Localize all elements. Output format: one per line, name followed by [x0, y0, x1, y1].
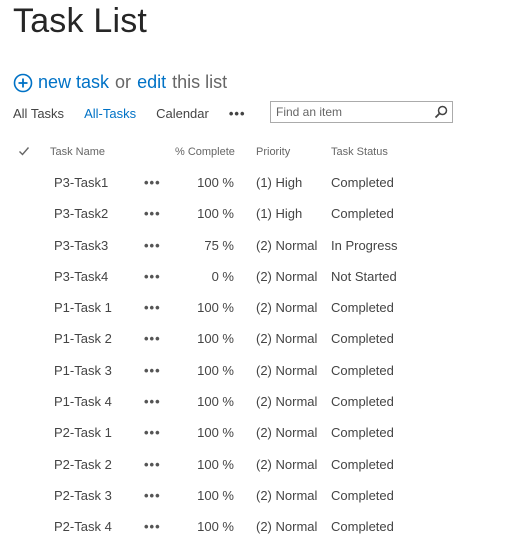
table-row[interactable]: P3-Task4 ••• 0 % (2) Normal Not Started [0, 262, 518, 293]
row-menu-ellipsis[interactable]: ••• [144, 457, 161, 472]
table-row[interactable]: P2-Task 1 ••• 100 % (2) Normal Completed [0, 418, 518, 449]
priority: (2) Normal [256, 456, 318, 472]
row-menu-ellipsis[interactable]: ••• [144, 175, 161, 190]
percent-complete: 100 % [197, 300, 234, 316]
task-status: Completed [331, 519, 394, 535]
task-table-body: P3-Task1 ••• 100 % (1) High Completed P3… [0, 168, 518, 544]
task-name-link[interactable]: P3-Task2 [54, 206, 108, 221]
table-row[interactable]: P1-Task 4 ••• 100 % (2) Normal Completed [0, 387, 518, 418]
percent-complete: 100 % [197, 362, 234, 378]
percent-complete: 100 % [197, 425, 234, 441]
view-all-tasks-current[interactable]: All-Tasks [84, 106, 136, 121]
percent-complete: 100 % [197, 331, 234, 347]
column-header-task-name[interactable]: Task Name [50, 146, 105, 158]
page-title: Task List [13, 2, 148, 40]
row-menu-ellipsis[interactable]: ••• [144, 425, 161, 440]
view-all-tasks[interactable]: All Tasks [13, 106, 64, 121]
column-header-priority[interactable]: Priority [256, 146, 290, 158]
task-name-link[interactable]: P1-Task 1 [54, 300, 112, 315]
table-row[interactable]: P2-Task 4 ••• 100 % (2) Normal Completed [0, 512, 518, 543]
row-menu-ellipsis[interactable]: ••• [144, 238, 161, 253]
task-name-link[interactable]: P1-Task 3 [54, 363, 112, 378]
column-header-percent-complete[interactable]: % Complete [175, 146, 235, 158]
percent-complete: 100 % [197, 456, 234, 472]
task-status: Completed [331, 331, 394, 347]
priority: (2) Normal [256, 268, 318, 284]
table-row[interactable]: P2-Task 2 ••• 100 % (2) Normal Completed [0, 450, 518, 481]
row-menu-ellipsis[interactable]: ••• [144, 331, 161, 346]
table-row[interactable]: P3-Task1 ••• 100 % (1) High Completed [0, 168, 518, 199]
task-name-link[interactable]: P1-Task 4 [54, 394, 112, 409]
row-menu-ellipsis[interactable]: ••• [144, 300, 161, 315]
view-selector: All Tasks All-Tasks Calendar ••• [13, 106, 246, 121]
priority: (1) High [256, 206, 303, 222]
table-row[interactable]: P3-Task3 ••• 75 % (2) Normal In Progress [0, 231, 518, 262]
task-status: Completed [331, 425, 394, 441]
view-calendar[interactable]: Calendar [156, 106, 209, 121]
search-box [270, 101, 453, 123]
task-status: Completed [331, 394, 394, 410]
more-views-ellipsis[interactable]: ••• [229, 106, 246, 121]
priority: (2) Normal [256, 487, 318, 503]
list-actions: new task or edit this list [13, 70, 227, 94]
table-header: Task Name % Complete Priority Task Statu… [0, 144, 518, 162]
percent-complete: 100 % [197, 519, 234, 535]
task-status: In Progress [331, 237, 398, 253]
priority: (2) Normal [256, 394, 318, 410]
task-name-link[interactable]: P1-Task 2 [54, 331, 112, 346]
search-input[interactable] [271, 102, 431, 122]
priority: (2) Normal [256, 362, 318, 378]
task-name-link[interactable]: P2-Task 2 [54, 457, 112, 472]
task-status: Completed [331, 362, 394, 378]
task-name-link[interactable]: P3-Task1 [54, 175, 108, 190]
table-row[interactable]: P1-Task 3 ••• 100 % (2) Normal Completed [0, 356, 518, 387]
new-task-link[interactable]: new task [38, 72, 109, 93]
table-row[interactable]: P3-Task2 ••• 100 % (1) High Completed [0, 199, 518, 230]
row-menu-ellipsis[interactable]: ••• [144, 206, 161, 221]
or-text: or [115, 71, 132, 92]
task-name-link[interactable]: P2-Task 4 [54, 519, 112, 534]
row-menu-ellipsis[interactable]: ••• [144, 269, 161, 284]
percent-complete: 75 % [204, 237, 234, 253]
percent-complete: 100 % [197, 394, 234, 410]
table-row[interactable]: P1-Task 2 ••• 100 % (2) Normal Completed [0, 324, 518, 355]
percent-complete: 0 % [211, 268, 234, 284]
task-name-link[interactable]: P3-Task4 [54, 269, 108, 284]
row-menu-ellipsis[interactable]: ••• [144, 363, 161, 378]
row-menu-ellipsis[interactable]: ••• [144, 519, 161, 534]
plus-circle-icon[interactable] [13, 73, 33, 93]
task-status: Completed [331, 206, 394, 222]
priority: (1) High [256, 175, 303, 190]
percent-complete: 100 % [197, 487, 234, 503]
task-name-link[interactable]: P3-Task3 [54, 238, 108, 253]
this-list-text: this list [172, 71, 228, 92]
percent-complete: 100 % [197, 175, 234, 190]
task-status: Completed [331, 175, 394, 190]
task-status: Not Started [331, 268, 397, 284]
task-status: Completed [331, 300, 394, 316]
task-name-link[interactable]: P2-Task 1 [54, 425, 112, 440]
search-icon[interactable] [434, 105, 448, 119]
priority: (2) Normal [256, 300, 318, 316]
checkmark-icon[interactable] [18, 145, 30, 157]
percent-complete: 100 % [197, 206, 234, 222]
priority: (2) Normal [256, 331, 318, 347]
row-menu-ellipsis[interactable]: ••• [144, 488, 161, 503]
table-row[interactable]: P1-Task 1 ••• 100 % (2) Normal Completed [0, 293, 518, 324]
column-header-task-status[interactable]: Task Status [331, 146, 388, 158]
priority: (2) Normal [256, 237, 318, 253]
edit-list-link[interactable]: edit [137, 72, 166, 93]
task-name-link[interactable]: P2-Task 3 [54, 488, 112, 503]
priority: (2) Normal [256, 519, 318, 535]
task-status: Completed [331, 487, 394, 503]
task-status: Completed [331, 456, 394, 472]
priority: (2) Normal [256, 425, 318, 441]
table-row[interactable]: P2-Task 3 ••• 100 % (2) Normal Completed [0, 481, 518, 512]
row-menu-ellipsis[interactable]: ••• [144, 394, 161, 409]
